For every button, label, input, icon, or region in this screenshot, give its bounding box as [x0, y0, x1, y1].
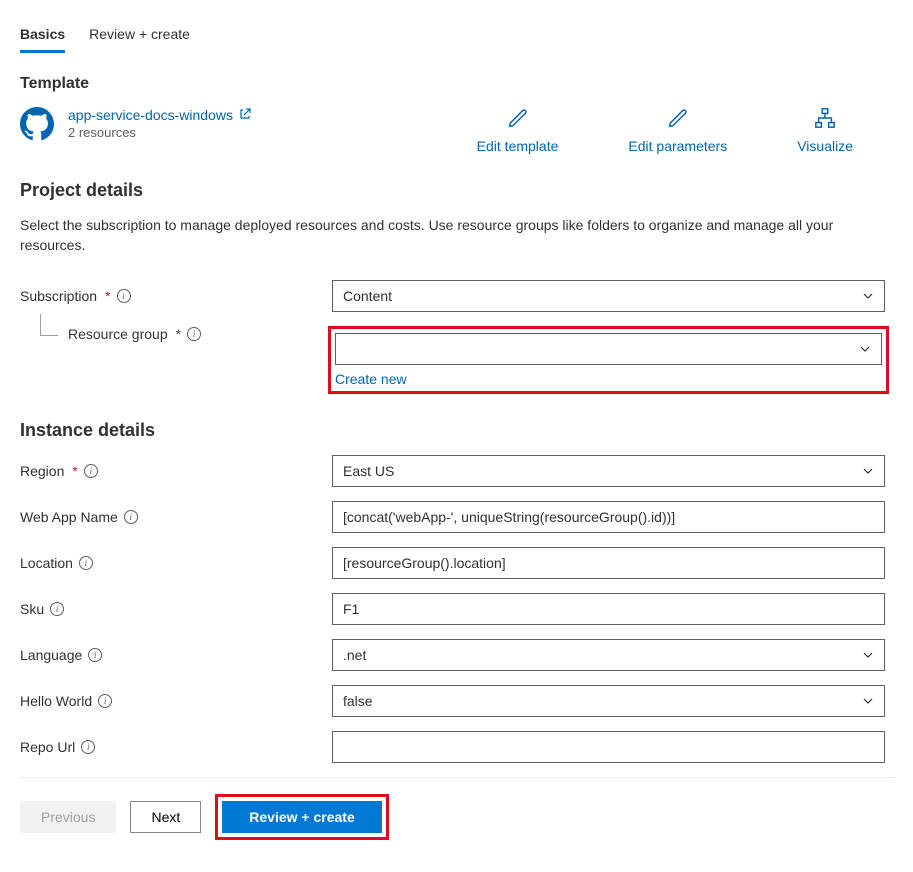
hierarchy-icon	[814, 107, 836, 132]
resource-group-label: Resource group	[68, 326, 168, 342]
info-icon[interactable]: i	[117, 289, 131, 303]
tab-review-create[interactable]: Review + create	[89, 20, 190, 53]
template-link-text: app-service-docs-windows	[68, 107, 233, 123]
review-create-button[interactable]: Review + create	[222, 801, 381, 833]
region-select[interactable]: East US	[332, 455, 885, 487]
resource-group-highlight: Create new	[328, 326, 889, 394]
previous-button: Previous	[20, 801, 116, 833]
language-select[interactable]: .net	[332, 639, 885, 671]
location-input[interactable]	[332, 547, 885, 579]
webapp-label: Web App Name	[20, 509, 118, 525]
project-details-desc: Select the subscription to manage deploy…	[20, 215, 850, 256]
template-resource-count: 2 resources	[68, 125, 251, 140]
region-row: Region * i East US	[20, 455, 893, 487]
edit-parameters-label: Edit parameters	[628, 138, 727, 154]
language-label: Language	[20, 647, 82, 663]
location-label: Location	[20, 555, 73, 571]
info-icon[interactable]: i	[79, 556, 93, 570]
template-heading: Template	[20, 75, 893, 93]
pencil-icon	[667, 107, 689, 132]
info-icon[interactable]: i	[50, 602, 64, 616]
info-icon[interactable]: i	[84, 464, 98, 478]
info-icon[interactable]: i	[81, 740, 95, 754]
location-row: Location i	[20, 547, 893, 579]
visualize-button[interactable]: Visualize	[797, 107, 853, 154]
webapp-input[interactable]	[332, 501, 885, 533]
tab-basics[interactable]: Basics	[20, 20, 65, 53]
edit-parameters-button[interactable]: Edit parameters	[628, 107, 727, 154]
tab-bar: Basics Review + create	[20, 20, 893, 53]
repo-url-input[interactable]	[332, 731, 885, 763]
info-icon[interactable]: i	[124, 510, 138, 524]
required-indicator: *	[72, 463, 77, 479]
template-row: app-service-docs-windows 2 resources Edi…	[20, 107, 893, 154]
review-create-highlight: Review + create	[215, 794, 388, 840]
github-icon	[20, 107, 54, 144]
sku-input[interactable]	[332, 593, 885, 625]
edit-template-label: Edit template	[477, 138, 559, 154]
subscription-row: Subscription * i Content	[20, 280, 893, 312]
edit-template-button[interactable]: Edit template	[477, 107, 559, 154]
info-icon[interactable]: i	[187, 327, 201, 341]
hello-world-select[interactable]: false	[332, 685, 885, 717]
tree-connector	[40, 314, 58, 336]
language-row: Language i .net	[20, 639, 893, 671]
next-button[interactable]: Next	[130, 801, 201, 833]
required-indicator: *	[176, 326, 181, 342]
visualize-label: Visualize	[797, 138, 853, 154]
subscription-label: Subscription	[20, 288, 97, 304]
footer-bar: Previous Next Review + create	[20, 777, 893, 856]
hello-world-row: Hello World i false	[20, 685, 893, 717]
pencil-icon	[507, 107, 529, 132]
sku-label: Sku	[20, 601, 44, 617]
info-icon[interactable]: i	[88, 648, 102, 662]
sku-row: Sku i	[20, 593, 893, 625]
required-indicator: *	[105, 288, 110, 304]
instance-details-heading: Instance details	[20, 420, 893, 441]
template-link[interactable]: app-service-docs-windows	[68, 107, 251, 123]
webapp-row: Web App Name i	[20, 501, 893, 533]
subscription-select[interactable]: Content	[332, 280, 885, 312]
repo-url-row: Repo Url i	[20, 731, 893, 763]
info-icon[interactable]: i	[98, 694, 112, 708]
resource-group-select[interactable]	[335, 333, 882, 365]
region-label: Region	[20, 463, 64, 479]
create-new-link[interactable]: Create new	[335, 371, 407, 387]
external-link-icon	[239, 108, 251, 123]
hello-world-label: Hello World	[20, 693, 92, 709]
project-details-heading: Project details	[20, 180, 893, 201]
repo-url-label: Repo Url	[20, 739, 75, 755]
resource-group-row: Resource group * i Create new	[20, 326, 893, 394]
